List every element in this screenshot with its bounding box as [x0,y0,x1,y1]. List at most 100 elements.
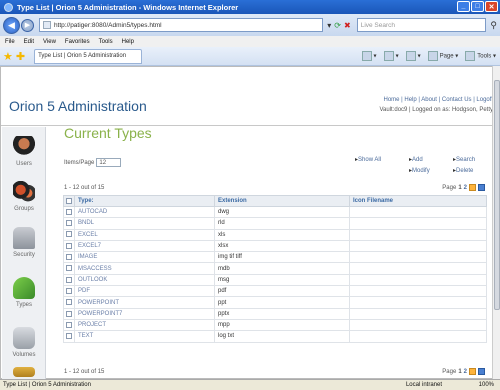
top-nav-links[interactable]: Home | Help | About | Contact Us | Logof… [379,97,493,103]
cell-type[interactable]: PROJECT [74,318,215,332]
sidebar-item-users[interactable]: Users [2,136,46,167]
pager-top: Page 1 2 [442,184,485,191]
forward-button[interactable]: ▶ [20,18,34,32]
row-checkbox-cell [63,285,75,298]
browser-tab[interactable]: Type List | Orion 5 Administration [34,48,143,64]
next-page-icon[interactable] [469,184,476,191]
table-row[interactable]: MSACCESS mdb [63,262,487,275]
cell-type[interactable]: EXCEL [74,228,215,241]
pager-page-2[interactable]: 2 [464,185,467,191]
col-extension-header[interactable]: Extension [214,195,350,207]
row-checkbox[interactable] [66,276,72,283]
cell-extension: pptx [214,307,350,320]
cell-type[interactable]: MSACCESS [74,262,215,275]
cell-type[interactable]: PDF [74,285,215,298]
cell-icon-filename [349,285,487,298]
col-icon-header[interactable]: Icon Filename [349,195,487,207]
next-page-icon[interactable] [469,368,476,375]
dropdown-arrow-icon[interactable]: ▾ [327,21,331,30]
sidebar-item-groups[interactable]: Groups [2,181,46,212]
refresh-icon[interactable]: ⟳ [334,21,341,30]
minimize-button[interactable]: _ [457,1,470,12]
action-add[interactable]: Add [409,156,423,163]
close-button[interactable]: ✕ [485,1,498,12]
row-checkbox[interactable] [66,287,72,294]
row-checkbox[interactable] [66,299,72,306]
home-icon[interactable]: ▾ [361,51,377,61]
page-icon [42,21,51,29]
table-row[interactable]: POWERPOINT ppt [63,296,487,309]
feeds-icon[interactable]: ▾ [383,51,399,61]
items-per-page-input[interactable]: 12 [96,158,122,167]
last-page-icon[interactable] [478,184,485,191]
table-row[interactable]: OUTLOOK msg [63,273,487,287]
row-checkbox[interactable] [66,333,72,340]
cell-type[interactable]: EXCEL7 [74,239,215,253]
address-bar[interactable]: http://patiger:8080/Admin5/types.html [38,18,324,32]
row-checkbox[interactable] [66,220,72,227]
favorites-star-icon[interactable]: ★ [3,50,13,63]
row-checkbox[interactable] [66,242,72,249]
action-delete[interactable]: Delete [453,167,473,174]
cell-type[interactable]: IMAGE [74,251,215,264]
col-type-header[interactable]: Type: [74,195,215,207]
row-checkbox[interactable] [66,231,72,238]
action-search[interactable]: Search [453,156,475,163]
sidebar-item-types[interactable]: Types [2,277,46,308]
menu-help[interactable]: Help [122,39,134,45]
action-modify[interactable]: Modify [409,167,430,174]
last-page-icon[interactable] [478,368,485,375]
sidebar: Users Groups Security Types Volumes [2,127,46,380]
row-checkbox[interactable] [66,208,72,215]
table-row[interactable]: TEXT log txt [63,330,487,343]
cell-type[interactable]: OUTLOOK [74,273,215,287]
table-row[interactable]: IMAGE img tif tiff [63,251,487,264]
search-icon[interactable]: ⚲ [490,20,497,31]
table-row[interactable]: EXCEL xls [63,228,487,241]
table-row[interactable]: POWERPOINT7 pptx [63,307,487,320]
table-row[interactable]: EXCEL7 xlsx [63,239,487,253]
menu-tools[interactable]: Tools [99,39,113,45]
menu-file[interactable]: File [5,39,15,45]
row-checkbox-cell [63,251,75,264]
sidebar-item-security[interactable]: Security [2,227,46,258]
back-button[interactable]: ◀ [3,16,20,34]
pager-current: 1 [458,184,462,191]
scrollbar-thumb[interactable] [494,80,500,310]
search-input[interactable]: Live Search [356,18,487,32]
table-row[interactable]: PROJECT mpp [63,318,487,332]
add-favorite-icon[interactable]: ✚ [16,50,25,63]
cell-type[interactable]: AUTOCAD [74,205,215,219]
select-all-checkbox[interactable] [66,197,72,204]
stop-icon[interactable]: ✖ [344,21,351,30]
sidebar-item-volumes[interactable]: Volumes [2,327,46,358]
page-menu[interactable]: Page ▾ [427,51,458,61]
table-row[interactable]: BNDL rld [63,217,487,230]
cell-type[interactable]: POWERPOINT [74,296,215,309]
cell-icon-filename [349,330,487,343]
row-checkbox[interactable] [66,321,72,328]
cell-icon-filename [349,217,487,230]
cell-type[interactable]: BNDL [74,217,215,230]
table-row[interactable]: AUTOCAD dwg [63,205,487,219]
pager-page-2[interactable]: 2 [464,369,467,375]
maximize-button[interactable]: □ [471,1,484,12]
status-bar: Type List | Orion 5 Administration Local… [0,379,500,390]
zoom-level[interactable]: 100% [479,382,494,388]
print-icon[interactable]: ▾ [405,51,421,61]
action-show-all[interactable]: Show All [355,156,381,163]
row-checkbox[interactable] [66,265,72,272]
menu-edit[interactable]: Edit [24,39,34,45]
tools-menu[interactable]: Tools ▾ [465,51,496,61]
cell-extension: pdf [214,285,350,298]
vertical-scrollbar[interactable] [492,66,500,379]
menu-favorites[interactable]: Favorites [65,39,90,45]
menu-view[interactable]: View [43,39,56,45]
row-checkbox[interactable] [66,310,72,317]
cell-type[interactable]: POWERPOINT7 [74,307,215,320]
tab-bar: ★ ✚ Type List | Orion 5 Administration ▾… [0,47,500,66]
row-checkbox[interactable] [66,254,72,261]
cell-type[interactable]: TEXT [74,330,215,343]
table-row[interactable]: PDF pdf [63,285,487,298]
cell-icon-filename [349,273,487,287]
